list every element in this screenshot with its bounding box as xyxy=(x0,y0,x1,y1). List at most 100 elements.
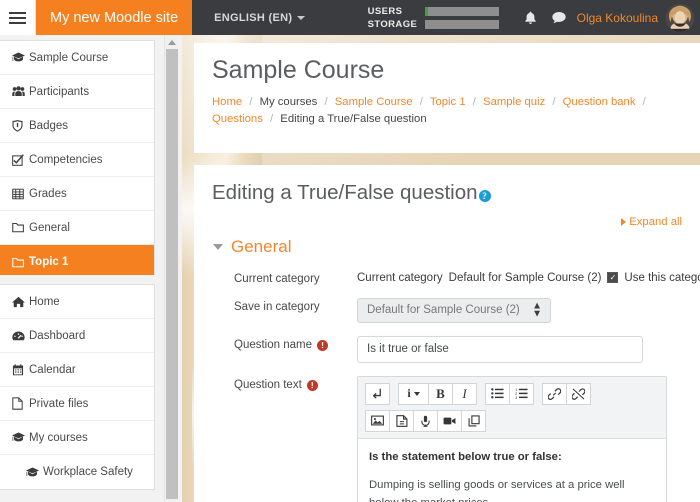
chevron-down-icon xyxy=(297,15,306,20)
breadcrumb-item-current: Editing a True/False question xyxy=(280,113,427,125)
language-menu[interactable]: ENGLISH (EN) xyxy=(214,12,306,24)
calendar-icon xyxy=(12,363,29,376)
graduation-cap-icon-svg xyxy=(26,467,39,476)
expand-editor-icon-svg xyxy=(373,388,381,399)
section-general-label: General xyxy=(231,236,292,256)
triangle-down-icon[interactable] xyxy=(213,243,223,250)
page-title: Sample Course xyxy=(212,56,385,84)
label-question-text: Question text ! xyxy=(212,376,357,502)
format-styles-icon[interactable]: i xyxy=(398,382,429,405)
bold-icon[interactable]: B xyxy=(428,382,453,405)
chat-bubble-icon-svg xyxy=(551,11,566,24)
help-question-icon[interactable]: ? xyxy=(478,190,491,203)
avatar-photo xyxy=(666,3,694,32)
field-save-in-category: Default for Sample Course (2) ▲ ▼ xyxy=(357,297,682,323)
save-in-category-select[interactable]: Default for Sample Course (2) xyxy=(357,297,551,323)
editor-toolbar: i B I 1 2 3 xyxy=(358,376,666,439)
editor-content-lead: Is the statement below true or false: xyxy=(369,450,562,463)
microphone-icon[interactable] xyxy=(413,409,438,432)
sidebar-item-sample-course[interactable]: Sample Course xyxy=(0,41,154,75)
site-brand-button[interactable]: My new Moodle site xyxy=(36,0,193,35)
image-icon[interactable] xyxy=(365,409,390,432)
expand-all-row: Expand all xyxy=(212,216,682,228)
bold-glyph: B xyxy=(436,385,445,401)
checklist-icon-svg xyxy=(12,153,24,166)
section-header-general[interactable]: General xyxy=(212,237,682,257)
storage-meter-row: STORAGE xyxy=(368,19,499,30)
unlink-icon[interactable] xyxy=(566,382,591,405)
media-file-icon[interactable] xyxy=(389,409,414,432)
bullet-list-icon[interactable] xyxy=(485,382,510,405)
sidebar-item-home[interactable]: Home xyxy=(0,285,154,319)
bell-icon-svg xyxy=(525,11,536,24)
breadcrumb-separator: / xyxy=(419,95,423,108)
breadcrumb-item-topic-1[interactable]: Topic 1 xyxy=(430,96,466,108)
video-camera-icon-svg xyxy=(443,417,456,424)
sidebar-item-participants[interactable]: Participants xyxy=(0,75,154,109)
sidebar-scrollbar[interactable] xyxy=(164,35,178,502)
link-icon[interactable] xyxy=(542,382,567,405)
form-row-save-in-category: Save in category Default for Sample Cour… xyxy=(212,297,682,323)
scroll-up-arrow-icon[interactable] xyxy=(165,36,179,48)
editor-toolbar-row-2 xyxy=(365,409,659,432)
sidebar-site-nav-wrapper: Home Dashboard Calendar Private files My… xyxy=(0,275,155,490)
label-question-name-text: Question name xyxy=(234,338,312,351)
file-icon-svg xyxy=(12,397,23,410)
sidebar-item-my-courses[interactable]: My courses xyxy=(0,421,154,455)
sidebar-item-calendar[interactable]: Calendar xyxy=(0,353,154,387)
sidebar-item-label: Workplace Safety xyxy=(43,466,133,478)
sidebar-item-workplace-safety[interactable]: Workplace Safety xyxy=(0,455,154,489)
video-camera-icon[interactable] xyxy=(437,409,462,432)
form-row-question-text: Question text ! i B I 1 2 3 Is the state… xyxy=(212,375,682,502)
sidebar-item-dashboard[interactable]: Dashboard xyxy=(0,319,154,353)
sidebar-item-topic-1[interactable]: Topic 1 xyxy=(0,245,154,279)
scrollbar-thumb[interactable] xyxy=(166,49,178,499)
question-name-input[interactable] xyxy=(357,335,643,363)
italic-icon[interactable]: I xyxy=(452,382,477,405)
unlink-icon-svg xyxy=(572,387,585,400)
required-exclamation-icon[interactable]: ! xyxy=(306,379,318,391)
breadcrumb-item-questions[interactable]: Questions xyxy=(212,113,263,125)
editor-content-area[interactable]: Is the statement below true or false: Du… xyxy=(358,439,666,502)
format-glyph: i xyxy=(407,386,411,401)
use-this-category-checkbox[interactable]: ✓ xyxy=(607,272,619,284)
sidebar-item-label: Badges xyxy=(29,119,69,132)
breadcrumb-separator: / xyxy=(552,95,556,108)
expand-all-link[interactable]: Expand all xyxy=(629,216,682,228)
numbered-list-icon[interactable]: 123 xyxy=(509,382,534,405)
breadcrumb-item-question-bank[interactable]: Question bank xyxy=(563,96,636,108)
table-grid-icon xyxy=(12,188,29,200)
sidebar-item-badges[interactable]: Badges xyxy=(0,109,154,143)
use-this-category-label: Use this category xyxy=(624,271,700,284)
sidebar-item-label: Participants xyxy=(29,85,90,98)
link-icon-svg xyxy=(548,387,561,400)
manage-files-icon[interactable] xyxy=(461,409,486,432)
triangle-right-icon xyxy=(621,217,627,226)
breadcrumb-item-sample-quiz[interactable]: Sample quiz xyxy=(483,96,545,108)
bell-icon[interactable] xyxy=(517,0,545,35)
media-file-icon-svg xyxy=(395,414,407,427)
avatar[interactable] xyxy=(666,3,694,32)
expand-editor-icon[interactable] xyxy=(365,382,390,405)
sidebar-item-label: Dashboard xyxy=(29,329,86,342)
breadcrumb-separator: / xyxy=(642,95,646,108)
sidebar-item-label: Grades xyxy=(29,187,67,200)
sidebar-item-general[interactable]: General xyxy=(0,211,154,245)
top-navbar: My new Moodle site ENGLISH (EN) USERS ST… xyxy=(0,0,700,35)
hamburger-menu-icon[interactable] xyxy=(0,0,36,35)
current-category-prefix: Current category xyxy=(357,271,443,284)
save-in-category-select-wrap: Default for Sample Course (2) ▲ ▼ xyxy=(357,297,551,323)
chat-bubble-icon[interactable] xyxy=(545,0,573,35)
sidebar-item-private-files[interactable]: Private files xyxy=(0,387,154,421)
user-name-link[interactable]: Olga Kokoulina xyxy=(577,11,658,25)
breadcrumb-item-home[interactable]: Home xyxy=(212,96,242,108)
svg-text:3: 3 xyxy=(515,396,517,399)
breadcrumb-item-sample-course[interactable]: Sample Course xyxy=(335,96,413,108)
storage-meter-label: STORAGE xyxy=(367,18,418,30)
sidebar-item-grades[interactable]: Grades xyxy=(0,177,154,211)
graduation-cap-icon xyxy=(12,432,29,443)
required-exclamation-icon[interactable]: ! xyxy=(317,339,328,351)
toolbar-group-expand xyxy=(365,382,390,405)
breadcrumb-separator: / xyxy=(324,95,328,108)
sidebar-item-competencies[interactable]: Competencies xyxy=(0,143,154,177)
